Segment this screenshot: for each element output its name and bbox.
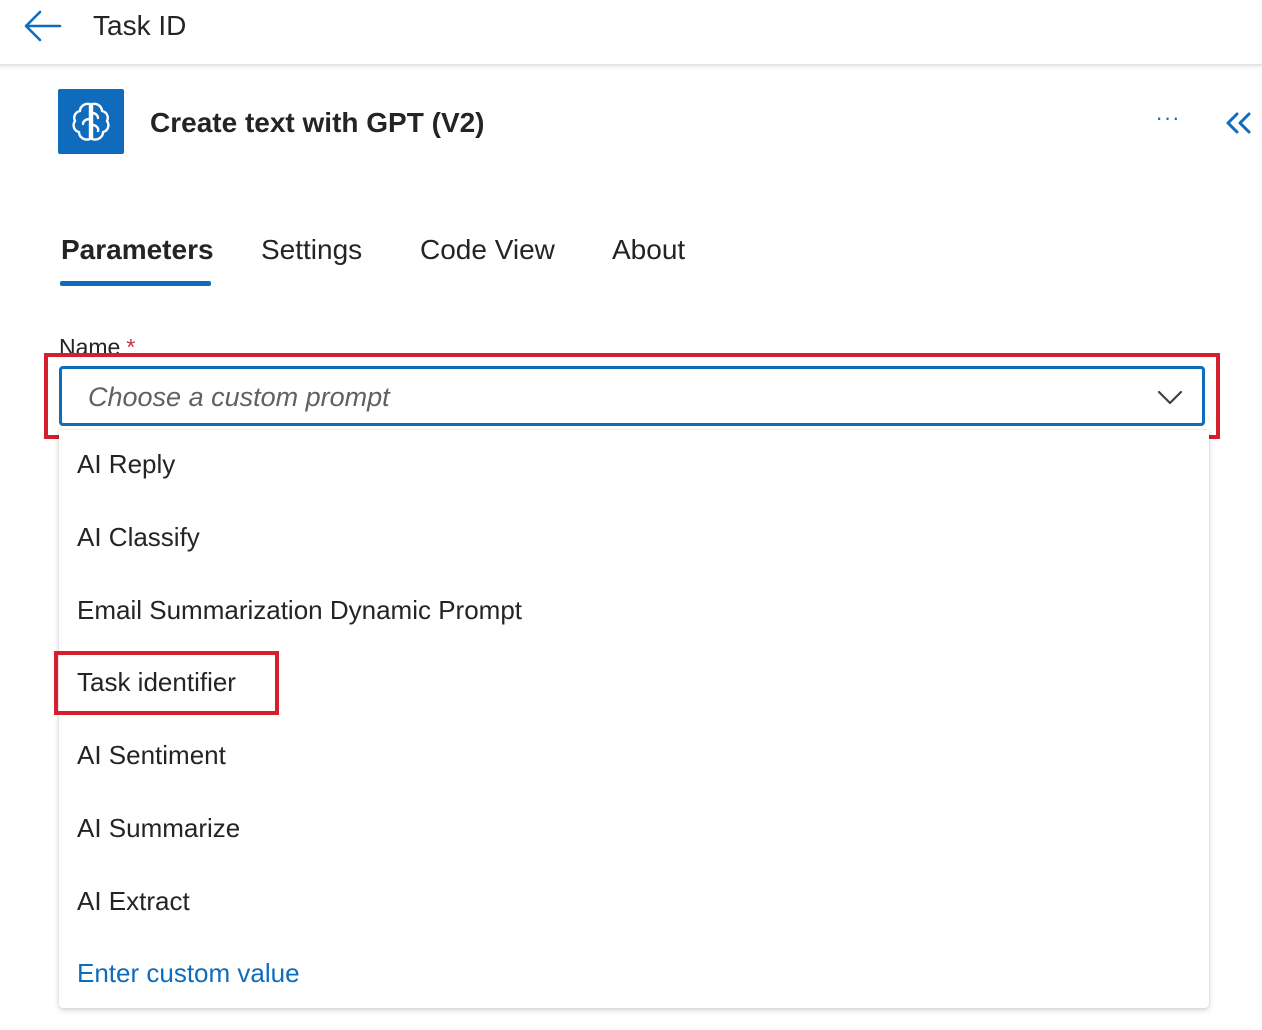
tab-code-view[interactable]: Code View: [420, 230, 555, 270]
enter-custom-value-link[interactable]: Enter custom value: [77, 956, 300, 990]
prompt-dropdown-list: AI Reply AI Classify Email Summarization…: [59, 430, 1209, 1008]
option-ai-classify[interactable]: AI Classify: [77, 520, 200, 554]
active-tab-indicator: [60, 281, 211, 286]
name-label-text: Name: [59, 334, 121, 360]
tab-about[interactable]: About: [612, 230, 685, 270]
option-ai-reply[interactable]: AI Reply: [77, 447, 175, 481]
option-ai-sentiment[interactable]: AI Sentiment: [77, 738, 226, 772]
ai-brain-icon: [58, 89, 124, 154]
more-options-button[interactable]: ···: [1150, 104, 1186, 140]
option-ai-extract[interactable]: AI Extract: [77, 884, 190, 918]
action-title: Create text with GPT (V2): [150, 107, 485, 138]
option-ai-summarize[interactable]: AI Summarize: [77, 811, 240, 845]
option-email-summarization[interactable]: Email Summarization Dynamic Prompt: [77, 593, 522, 627]
back-button[interactable]: [20, 6, 64, 46]
name-field-label: Name *: [59, 333, 135, 361]
top-bar: Task ID: [0, 0, 1262, 66]
required-marker: *: [126, 334, 136, 360]
option-task-identifier[interactable]: Task identifier: [77, 665, 236, 699]
tab-settings[interactable]: Settings: [261, 230, 362, 270]
chevron-down-icon: [1157, 390, 1183, 405]
page-title: Task ID: [93, 10, 187, 41]
collapse-panel-button[interactable]: [1218, 104, 1258, 142]
custom-prompt-select[interactable]: Choose a custom prompt: [59, 366, 1205, 426]
tab-parameters[interactable]: Parameters: [61, 230, 214, 270]
select-placeholder: Choose a custom prompt: [88, 382, 390, 412]
arrow-left-icon: [24, 10, 62, 42]
double-chevron-left-icon: [1226, 112, 1251, 134]
